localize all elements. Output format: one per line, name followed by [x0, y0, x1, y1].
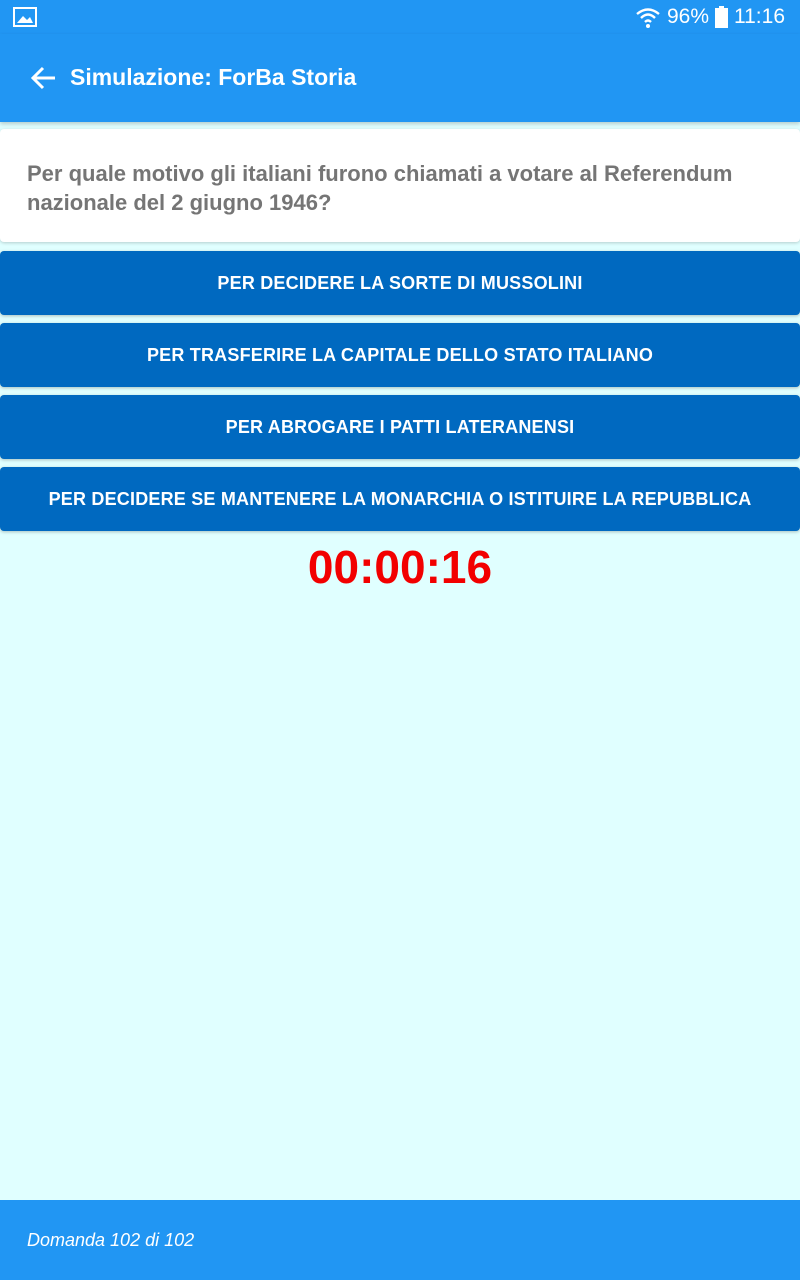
page-title: Simulazione: ForBa Storia — [70, 64, 357, 90]
arrow-left-icon — [31, 66, 55, 90]
battery-icon — [715, 6, 728, 28]
footer-bar: Domanda 102 di 102 — [0, 1200, 800, 1280]
back-button[interactable] — [28, 62, 60, 94]
battery-percent: 96% — [666, 5, 709, 28]
question-card: Per quale motivo gli italiani furono chi… — [0, 129, 800, 242]
answer-button-2[interactable]: PER TRASFERIRE LA CAPITALE DELLO STATO I… — [0, 323, 800, 387]
gallery-icon — [13, 7, 37, 27]
app-bar: Simulazione: ForBa Storia — [0, 34, 800, 122]
answer-button-4[interactable]: PER DECIDERE SE MANTENERE LA MONARCHIA O… — [0, 467, 800, 531]
wifi-icon — [636, 8, 660, 28]
question-counter: Domanda 102 di 102 — [27, 1230, 195, 1250]
timer: 00:00:16 — [307, 541, 493, 593]
answer-button-1[interactable]: PER DECIDERE LA SORTE DI MUSSOLINI — [0, 251, 800, 315]
answer-button-3[interactable]: PER ABROGARE I PATTI LATERANENSI — [0, 395, 800, 459]
question-text: Per quale motivo gli italiani furono chi… — [27, 161, 733, 215]
status-bar: 96% 11:16 — [0, 0, 800, 34]
clock: 11:16 — [734, 5, 785, 28]
answer-list: PER DECIDERE LA SORTE DI MUSSOLINI PER T… — [0, 251, 800, 539]
